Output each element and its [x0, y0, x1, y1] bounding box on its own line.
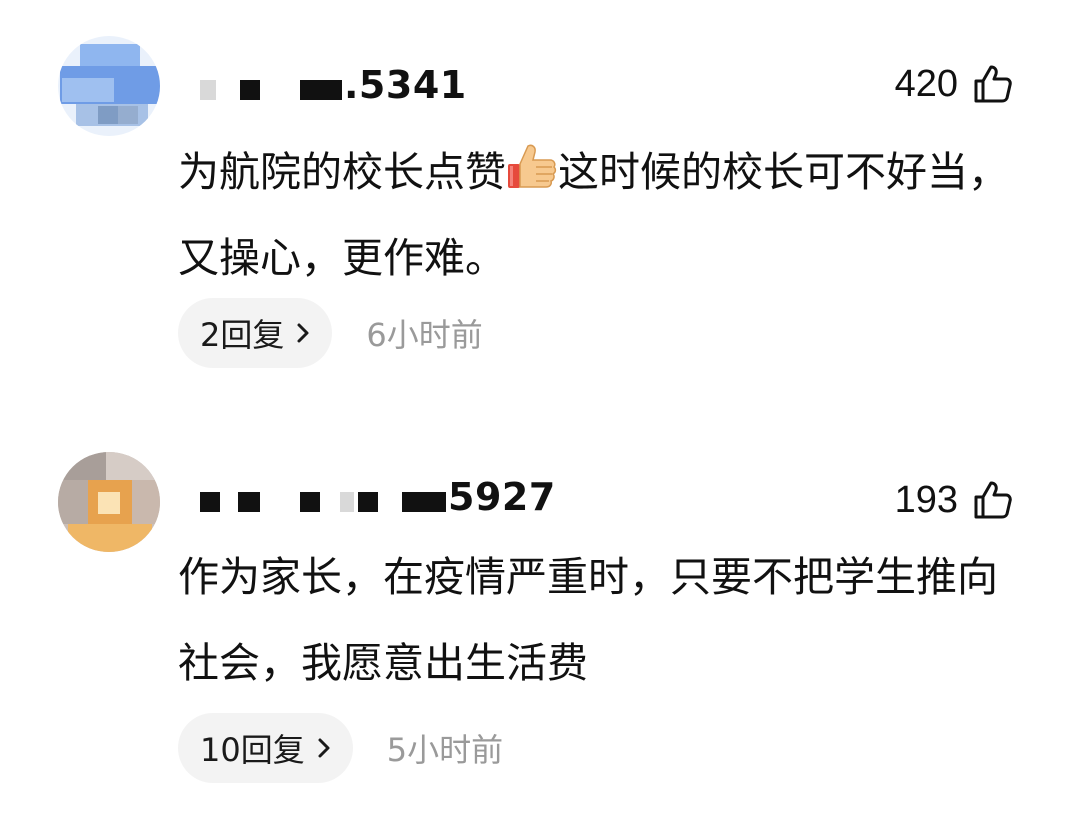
redacted-block	[300, 492, 320, 512]
redacted-block	[300, 80, 342, 100]
timestamp: 6小时前	[366, 316, 483, 354]
replies-button[interactable]: 2回复	[178, 298, 333, 368]
redacted-block	[238, 492, 260, 512]
like-count: 193	[894, 478, 958, 521]
username[interactable]: .5341	[196, 56, 616, 112]
replies-label: 2回复	[200, 316, 285, 354]
thumbs-up-emoji	[508, 144, 557, 188]
avatar[interactable]	[58, 36, 160, 136]
like-button[interactable]: 420	[895, 58, 1014, 110]
timestamp: 5小时前	[386, 731, 504, 769]
comment-text-part: 为航院的校长点赞	[178, 148, 506, 196]
replies-button[interactable]: 10回复	[178, 713, 353, 783]
username[interactable]: 5927	[196, 468, 616, 524]
username-text: 5927	[448, 475, 556, 519]
comment-meta: 2回复 6小时前	[178, 297, 483, 369]
redacted-block	[200, 80, 216, 100]
redacted-block	[402, 492, 446, 512]
comment-text: 作为家长，在疫情严重时，只要不把学生推向社会，我愿意出生活费	[178, 553, 998, 687]
comment-meta: 10回复 5小时前	[178, 712, 503, 784]
comment-item: .5341 420 为航院的校长点赞 这时候的校长可不好当，又操心，更作难。 2…	[0, 0, 1080, 400]
comment-text: 为航院的校长点赞 这时候的校长可不好当，又操心，更作难。	[178, 129, 1038, 301]
redacted-block	[200, 492, 220, 512]
username-text: .5341	[344, 63, 467, 107]
comment-item: 5927 193 作为家长，在疫情严重时，只要不把学生推向社会，我愿意出生活费 …	[0, 412, 1080, 818]
like-button[interactable]: 193	[895, 474, 1014, 526]
thumb-up-outline-icon	[974, 65, 1012, 103]
redacted-block	[340, 492, 354, 512]
thumb-up-outline-icon	[974, 481, 1012, 519]
like-count: 420	[894, 62, 958, 105]
redacted-block	[240, 80, 260, 100]
chevron-right-icon	[318, 738, 330, 758]
chevron-right-icon	[297, 323, 309, 343]
redacted-block	[358, 492, 378, 512]
avatar[interactable]	[58, 452, 160, 552]
replies-label: 10回复	[200, 731, 305, 769]
